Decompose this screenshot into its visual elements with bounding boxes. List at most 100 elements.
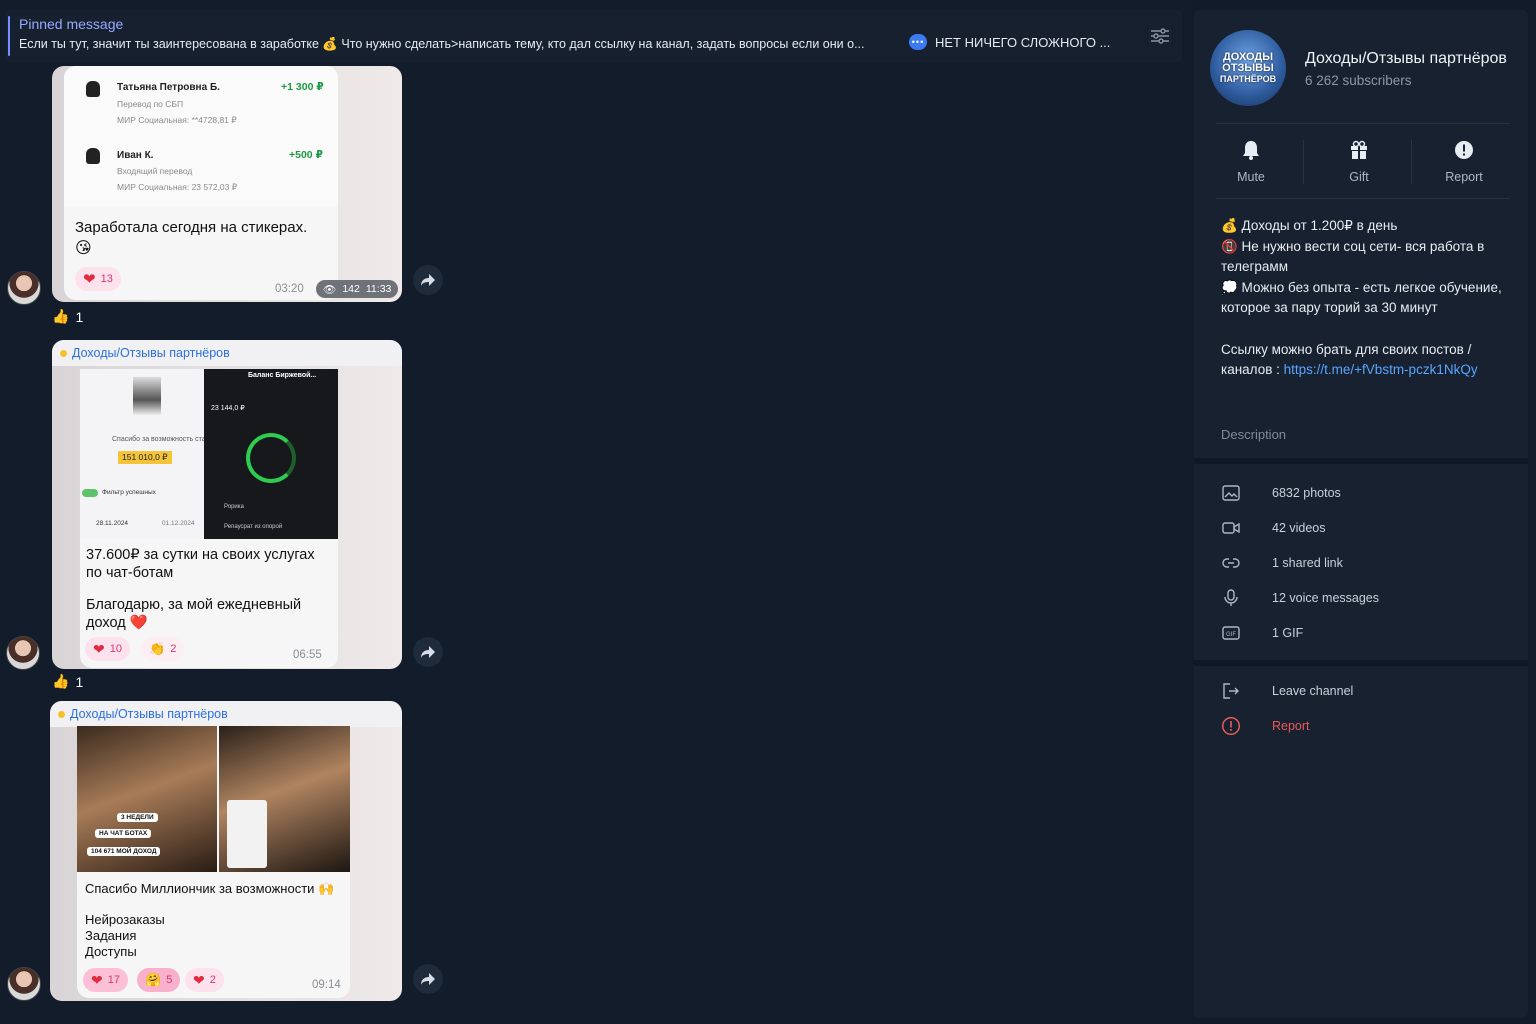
- report-action-label: Report: [1445, 170, 1483, 184]
- forwarded-from[interactable]: Доходы/Отзывы партнёров: [50, 701, 402, 727]
- links-stat[interactable]: 1 shared link: [1221, 553, 1343, 573]
- invite-link[interactable]: https://t.me/+fVbstm-pczk1NkQy: [1284, 362, 1478, 377]
- views-badge: 👁 142 11:33: [316, 280, 399, 298]
- message-caption-2: Благодарю, за мой ежедневный доход ❤️: [86, 596, 332, 632]
- forwarded-from[interactable]: Доходы/Отзывы партнёров: [52, 340, 402, 366]
- description-line: 💰 Доходы от 1.200₽ в день: [1221, 218, 1398, 233]
- bell-icon: [86, 148, 100, 164]
- thumbs-up-icon: 👍: [52, 308, 70, 324]
- caption-line: Нейрозаказы: [85, 912, 165, 927]
- reaction-count: 17: [107, 974, 120, 986]
- speech-bubble-icon: •••: [909, 34, 927, 50]
- receipt-name: Иван К.: [117, 150, 154, 161]
- reaction-count: 1: [75, 308, 84, 325]
- links-count: 1 shared link: [1272, 556, 1343, 570]
- channel-dot: [58, 710, 65, 718]
- message-card[interactable]: Татьяна Петровна Б. +1 300 ₽ Перевод по …: [64, 66, 338, 300]
- portrait-thumb: [133, 377, 161, 415]
- forward-icon: [421, 274, 435, 286]
- voice-stat[interactable]: 12 voice messages: [1221, 588, 1379, 608]
- pinned-text-2: НЕТ НИЧЕГО СЛОЖНОГО ...: [935, 34, 1111, 50]
- description-line: 💭 Можно без опыта - есть легкое обучение…: [1221, 279, 1502, 316]
- screenshot-filter: Фильтр успешных: [102, 489, 156, 496]
- chat-area: Pinned message Если ты тут, значит ты за…: [0, 0, 1190, 1024]
- videos-stat[interactable]: 42 videos: [1221, 518, 1326, 538]
- pinned-text-secondary: ••• НЕТ НИЧЕГО СЛОЖНОГО ...: [909, 34, 1110, 50]
- photos-stat[interactable]: 6832 photos: [1221, 483, 1341, 503]
- report-action-button[interactable]: Report: [1414, 140, 1514, 184]
- channel-title: Доходы/Отзывы партнёров: [1305, 50, 1507, 67]
- pinned-text: Если ты тут, значит ты заинтересована в …: [19, 37, 865, 51]
- reaction-count: 1: [75, 673, 84, 690]
- avatar[interactable]: [7, 271, 41, 305]
- hugs-reaction[interactable]: 🤗 5: [137, 968, 181, 992]
- screenshot-right: Баланс Биржевой... 23 144,0 ₽ Рорика Реп…: [204, 369, 338, 539]
- gift-icon: [1351, 140, 1367, 159]
- sticker-label: 3 НЕДЕЛИ: [117, 813, 158, 822]
- image-icon: [1222, 485, 1240, 501]
- thumbs-up-icon: 👍: [52, 673, 70, 689]
- mute-label: Mute: [1237, 170, 1265, 184]
- phone-screenshot: [227, 800, 267, 868]
- screenshot-date: 28.11.2024: [96, 520, 129, 527]
- receipt-amount: +500 ₽: [289, 149, 323, 161]
- gif-icon: GIF: [1222, 626, 1240, 640]
- subscriber-count: 6 262 subscribers: [1305, 73, 1412, 88]
- screenshot-amount: 151 010,0 ₽: [118, 451, 172, 464]
- pinned-title: Pinned message: [19, 16, 124, 32]
- thumbs-up-reaction[interactable]: 👍 1: [52, 308, 83, 325]
- mute-button[interactable]: Mute: [1201, 140, 1301, 184]
- svg-text:GIF: GIF: [1226, 632, 1236, 638]
- bell-icon: [86, 81, 100, 97]
- report-icon: [1221, 716, 1241, 736]
- message-card[interactable]: Спасибо за возможность стать 151 010,0 ₽…: [80, 369, 338, 668]
- description-line: 📵 Не нужно вести соц сети- вся работа в …: [1221, 238, 1485, 275]
- clap-reaction[interactable]: 👏 2: [141, 637, 185, 661]
- gif-stat[interactable]: GIF 1 GIF: [1221, 623, 1303, 643]
- message-caption: Заработала сегодня на стикерах.: [75, 219, 308, 236]
- leave-channel-button[interactable]: Leave channel: [1221, 681, 1353, 701]
- avatar[interactable]: [7, 967, 41, 1001]
- divider: [1411, 140, 1412, 184]
- screenshot-date: 01.12.2024: [162, 520, 195, 527]
- caption-emoji: ❤️: [129, 615, 148, 631]
- reaction-count: 5: [166, 974, 173, 986]
- channel-logo[interactable]: ДОХОДЫ ОТЗЫВЫ ПАРТНЁРОВ: [1210, 30, 1286, 106]
- heart-reaction[interactable]: ❤ 13: [75, 267, 121, 291]
- receipt-type: Перевод по СБП: [117, 99, 184, 109]
- heart-reaction[interactable]: ❤ 2: [185, 968, 224, 992]
- forward-button[interactable]: [413, 964, 443, 994]
- message-card[interactable]: 3 НЕДЕЛИ НА ЧАТ БОТАХ 104 671 МОЙ ДОХОД …: [77, 726, 350, 998]
- pinned-message-bar[interactable]: Pinned message Если ты тут, значит ты за…: [6, 10, 1182, 62]
- avatar[interactable]: [6, 636, 40, 670]
- logo-line: ПАРТНЁРОВ: [1219, 73, 1277, 84]
- logo-line: ОТЗЫВЫ: [1222, 61, 1274, 74]
- heart-reaction[interactable]: ❤ 10: [85, 637, 130, 661]
- receipt-type: Входящий перевод: [117, 166, 193, 176]
- forward-button[interactable]: [413, 265, 443, 295]
- logo-line: ДОХОДЫ: [1222, 50, 1274, 63]
- section-divider: [1194, 458, 1528, 464]
- filter-icon[interactable]: [1150, 28, 1170, 44]
- caption-line: Задания: [85, 928, 137, 943]
- videos-count: 42 videos: [1272, 521, 1326, 535]
- photo-left: 3 НЕДЕЛИ НА ЧАТ БОТАХ 104 671 МОЙ ДОХОД: [77, 726, 217, 872]
- voice-count: 12 voice messages: [1272, 591, 1380, 605]
- photo-right: [219, 726, 350, 872]
- bell-icon: [1243, 141, 1259, 160]
- hugs-icon: 🤗: [145, 972, 162, 987]
- forward-icon: [421, 646, 435, 658]
- reaction-count: 2: [170, 643, 177, 655]
- receipt-card: МИР Социальная: **4728,81 ₽: [117, 115, 237, 125]
- thumbs-up-reaction[interactable]: 👍 1: [52, 673, 83, 690]
- channel-description: 💰 Доходы от 1.200₽ в день 📵 Не нужно вес…: [1221, 216, 1511, 381]
- screenshot-row: Рорика: [224, 504, 244, 510]
- description-label: Description: [1221, 427, 1287, 442]
- heart-reaction[interactable]: ❤ 17: [83, 968, 128, 992]
- gift-button[interactable]: Gift: [1309, 140, 1409, 184]
- report-channel-button[interactable]: Report: [1221, 716, 1310, 736]
- sticker-label: НА ЧАТ БОТАХ: [95, 829, 152, 838]
- forward-button[interactable]: [413, 637, 443, 667]
- pinned-indicator: [8, 16, 10, 56]
- reaction-count: 10: [109, 643, 122, 655]
